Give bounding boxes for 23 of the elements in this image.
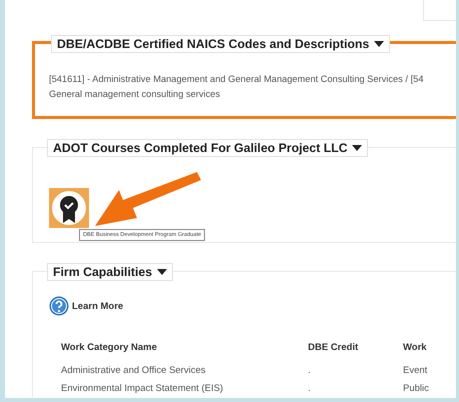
table-cell-text: Administrative and Office Services [61, 365, 206, 376]
table-cell-text: . [308, 365, 312, 376]
caret-icon [374, 41, 384, 47]
award-ribbon-icon [52, 191, 86, 225]
section-header[interactable]: Firm Capabilities [47, 263, 174, 281]
section-title: DBE/ACDBE Certified NAICS Codes and Descriptions [57, 37, 370, 51]
table-cell-text: Event [403, 365, 428, 376]
column-header: Work [403, 342, 428, 355]
section-title: ADOT Courses Completed For Galileo Project LLC [53, 141, 348, 155]
help-icon [49, 296, 69, 316]
naics-description: [541611] - Administrative Management and General Management Consulting Services / [54 General management consulting services [49, 73, 424, 101]
section-header[interactable]: DBE/ACDBE Certified NAICS Codes and Descriptions [51, 35, 390, 53]
table-cell-text: Environmental Impact Statement (EIS) [61, 383, 224, 394]
course-badge[interactable] [49, 188, 89, 228]
section-header[interactable]: ADOT Courses Completed For Galileo Project LLC [47, 139, 368, 157]
column-header: DBE Credit [308, 342, 360, 355]
caret-icon [352, 145, 362, 151]
column-header: Work Category Name [61, 342, 158, 355]
caret-icon [157, 269, 168, 275]
table-cell-text: Public [403, 383, 430, 394]
section-title: Firm Capabilities [53, 265, 152, 279]
learn-more-link[interactable]: Learn More [49, 296, 124, 316]
table-cell-text: . [308, 383, 312, 394]
